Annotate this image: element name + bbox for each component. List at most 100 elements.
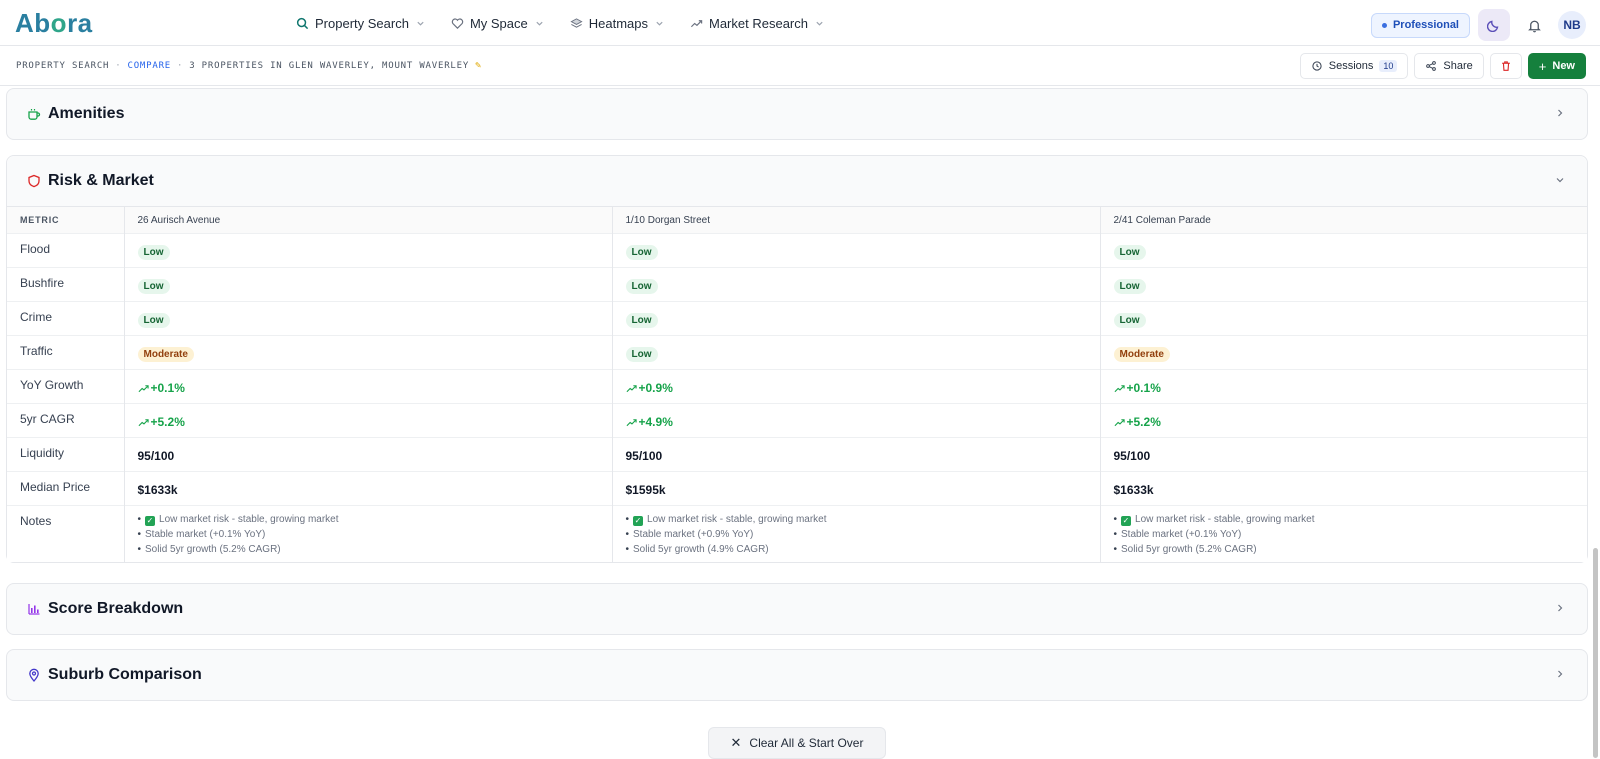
- nav-property-search[interactable]: Property Search: [296, 12, 425, 34]
- scrollbar[interactable]: [1593, 548, 1598, 758]
- clear-all-label: Clear All & Start Over: [749, 736, 864, 750]
- amenities-header[interactable]: Amenities: [7, 89, 1587, 139]
- risk-level-badge: Moderate: [1113, 347, 1170, 362]
- table-cell: +5.2%: [124, 403, 613, 438]
- sub-toolbar: PROPERTY SEARCH · COMPARE · 3 PROPERTIES…: [0, 46, 1600, 86]
- trend-up-icon: [138, 418, 149, 426]
- risk-market-section: Risk & Market METRIC 26 Aurisch Avenue 1…: [6, 155, 1588, 563]
- table-cell: Moderate: [1100, 335, 1587, 370]
- suburb-comparison-header[interactable]: Suburb Comparison: [7, 650, 1587, 700]
- layers-icon: [570, 17, 583, 28]
- growth-text: +5.2%: [150, 415, 185, 429]
- risk-level-badge: Low: [137, 245, 170, 260]
- property-column-header: 2/41 Coleman Parade: [1100, 206, 1587, 234]
- table-cell: +5.2%: [1100, 403, 1587, 438]
- table-cell: Low: [124, 267, 613, 302]
- shield-icon: [28, 174, 40, 188]
- risk-level-badge: Low: [1113, 279, 1146, 294]
- sessions-count-badge: 10: [1379, 60, 1398, 72]
- share-icon: [1426, 61, 1437, 71]
- note-text: Stable market (+0.1% YoY): [1121, 529, 1242, 540]
- note-text: Low market risk - stable, growing market: [159, 514, 339, 525]
- risk-level-badge: Low: [137, 279, 170, 294]
- chevron-right-icon[interactable]: [1555, 669, 1565, 679]
- median-price-value: $1633k: [137, 483, 178, 497]
- table-row-flood: Flood Low Low Low: [7, 233, 1587, 268]
- notes-list: • ✓ Low market risk - stable, growing mark…: [626, 512, 1100, 557]
- risk-level-badge: Moderate: [137, 347, 194, 362]
- list-item: • Solid 5yr growth (5.2% CAGR): [137, 544, 281, 555]
- table-cell: • ✓ Low market risk - stable, growing mark…: [612, 505, 1101, 562]
- risk-market-header[interactable]: Risk & Market: [7, 156, 1587, 206]
- nav-label: My Space: [469, 15, 528, 31]
- table-cell: $1595k: [612, 471, 1101, 506]
- section-title: Suburb Comparison: [48, 666, 202, 683]
- pencil-icon[interactable]: ✎: [475, 60, 482, 71]
- moon-icon: [1487, 20, 1499, 32]
- list-item: • Stable market (+0.1% YoY): [1113, 529, 1242, 540]
- theme-toggle-button[interactable]: [1478, 9, 1510, 41]
- note-text: Solid 5yr growth (4.9% CAGR): [633, 544, 769, 555]
- main-nav: Property Search My Space Heatmaps Market…: [296, 12, 850, 34]
- nav-my-space[interactable]: My Space: [451, 12, 544, 34]
- note-text: Stable market (+0.9% YoY): [633, 529, 754, 540]
- table-cell: Low: [124, 301, 613, 336]
- property-column-header: 26 Aurisch Avenue: [124, 206, 613, 234]
- chevron-right-icon[interactable]: [1555, 108, 1565, 118]
- nav-market-research[interactable]: Market Research: [690, 12, 824, 34]
- check-icon: ✓: [1121, 516, 1132, 526]
- nav-label: Property Search: [315, 15, 409, 31]
- share-button[interactable]: Share: [1414, 53, 1484, 79]
- table-row-bushfire: Bushfire Low Low Low: [7, 267, 1587, 302]
- metric-label: YoY Growth: [7, 369, 125, 404]
- coffee-cup-icon: [28, 109, 41, 120]
- amenities-section: Amenities: [6, 88, 1588, 140]
- notes-list: • ✓ Low market risk - stable, growing mark…: [1114, 512, 1588, 557]
- clear-all-button[interactable]: ✕ Clear All & Start Over: [708, 727, 886, 759]
- plan-badge-label: Professional: [1392, 19, 1459, 31]
- breadcrumb-separator: ·: [177, 60, 184, 71]
- table-cell: Low: [124, 233, 613, 268]
- notifications-button[interactable]: [1520, 11, 1548, 39]
- growth-text: +5.2%: [1126, 415, 1161, 429]
- metric-label: Median Price: [7, 471, 125, 506]
- check-icon: ✓: [145, 516, 156, 526]
- liquidity-value: 95/100: [1113, 449, 1151, 463]
- table-cell: 95/100: [1100, 437, 1587, 472]
- delete-button[interactable]: [1489, 53, 1522, 79]
- top-navigation: Abora Property Search My Space Heatmaps …: [0, 0, 1600, 46]
- app-logo[interactable]: Abora: [15, 8, 93, 39]
- nav-label: Heatmaps: [588, 15, 648, 31]
- new-session-button[interactable]: + New: [1527, 53, 1586, 79]
- sessions-label: Sessions: [1328, 60, 1374, 72]
- nav-label: Market Research: [709, 15, 808, 31]
- history-icon: [1312, 61, 1322, 71]
- avatar[interactable]: NB: [1558, 11, 1586, 39]
- plus-icon: +: [1538, 58, 1547, 74]
- breadcrumb: PROPERTY SEARCH · COMPARE · 3 PROPERTIES…: [16, 60, 482, 71]
- metric-label: Notes: [7, 505, 125, 562]
- risk-level-badge: Low: [625, 347, 658, 362]
- plan-badge[interactable]: Professional: [1370, 12, 1470, 38]
- nav-heatmaps[interactable]: Heatmaps: [570, 12, 664, 34]
- chevron-right-icon[interactable]: [1555, 603, 1565, 613]
- notes-list: • ✓ Low market risk - stable, growing mark…: [138, 512, 612, 557]
- chevron-down-icon: [536, 21, 543, 26]
- table-row-median-price: Median Price $1633k $1595k $1633k: [7, 471, 1587, 506]
- sessions-button[interactable]: Sessions 10: [1299, 53, 1409, 79]
- table-header-row: METRIC 26 Aurisch Avenue 1/10 Dorgan Str…: [7, 206, 1587, 234]
- table-cell: • ✓ Low market risk - stable, growing mark…: [1100, 505, 1588, 562]
- score-breakdown-header[interactable]: Score Breakdown: [7, 584, 1587, 634]
- metric-column-header: METRIC: [7, 206, 125, 234]
- list-item: • ✓ Low market risk - stable, growing mark…: [1113, 514, 1315, 526]
- breadcrumb-property-search[interactable]: PROPERTY SEARCH: [16, 61, 109, 71]
- trend-up-icon: [626, 384, 637, 392]
- median-price-value: $1633k: [1113, 483, 1154, 497]
- list-item: • Solid 5yr growth (5.2% CAGR): [1113, 544, 1257, 555]
- risk-level-badge: Low: [625, 279, 658, 294]
- chevron-down-icon[interactable]: [1555, 175, 1565, 185]
- breadcrumb-compare[interactable]: COMPARE: [128, 61, 172, 71]
- table-cell: +0.1%: [124, 369, 613, 404]
- growth-value: +0.1%: [1114, 381, 1161, 395]
- metric-label: Traffic: [7, 335, 125, 370]
